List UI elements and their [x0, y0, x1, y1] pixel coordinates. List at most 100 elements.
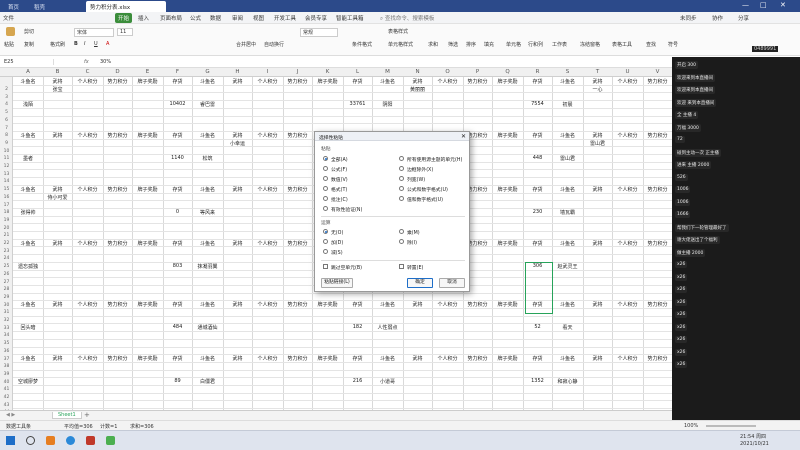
header-cell[interactable]: 斗鱼名	[552, 240, 583, 247]
header-cell[interactable]: 势力积分	[103, 78, 132, 85]
row-header[interactable]: 12	[0, 164, 13, 169]
header-cell[interactable]: 牌子奖励	[132, 186, 163, 193]
cell-button[interactable]: 单元格	[506, 41, 521, 48]
maximize-icon[interactable]: □	[760, 1, 767, 9]
header-cell[interactable]: 个人积分	[612, 240, 643, 247]
column-header[interactable]: L	[343, 69, 372, 75]
fx-icon[interactable]: fx	[84, 59, 89, 65]
row-header[interactable]: 25	[0, 264, 13, 269]
column-header[interactable]: R	[523, 69, 552, 75]
header-cell[interactable]: 斗鱼名	[552, 132, 583, 139]
paste-values-radio[interactable]	[323, 176, 328, 181]
fill-button[interactable]: 填充	[484, 41, 494, 48]
header-cell[interactable]: 牌子奖励	[492, 186, 523, 193]
menu-view[interactable]: 视图	[253, 14, 264, 22]
paste-validation-radio[interactable]	[323, 206, 328, 211]
cut-button[interactable]: 剪切	[24, 28, 34, 35]
paste-col-width-radio[interactable]	[399, 176, 404, 181]
stock-cell[interactable]: 10402	[163, 101, 192, 107]
header-cell[interactable]: 个人积分	[72, 132, 103, 139]
menu-page-layout[interactable]: 页面布局	[160, 14, 182, 22]
cancel-button[interactable]: 取消	[439, 278, 465, 288]
header-cell[interactable]: 牌子奖励	[492, 355, 523, 362]
tab-docer[interactable]: 稻壳	[30, 1, 49, 12]
column-header[interactable]: H	[223, 69, 252, 75]
row-header[interactable]: 34	[0, 333, 13, 338]
header-cell[interactable]: 武将	[43, 355, 72, 362]
paste-link-button[interactable]: 粘贴链接(L)	[321, 278, 353, 288]
header-cell[interactable]: 势力积分	[283, 78, 312, 85]
header-cell[interactable]: 个人积分	[432, 355, 463, 362]
font-color-icon[interactable]: A	[106, 41, 109, 47]
tab-file[interactable]: 势力积分表.xlsx	[86, 1, 166, 12]
stock-cell[interactable]: 7554	[523, 101, 552, 107]
name-cell[interactable]: 抹凝羽翼	[192, 263, 223, 270]
row-header[interactable]: 11	[0, 156, 13, 161]
general-cell[interactable]: 一心	[583, 86, 612, 93]
close-icon[interactable]: ✕	[780, 1, 786, 9]
name-cell[interactable]: 人性弱点	[372, 324, 403, 331]
header-cell[interactable]: 存货	[163, 301, 192, 308]
header-cell[interactable]: 个人积分	[612, 132, 643, 139]
header-cell[interactable]: 武将	[223, 78, 252, 85]
header-cell[interactable]: 牌子奖励	[312, 301, 343, 308]
app-icon[interactable]	[106, 436, 115, 445]
wrap-text-button[interactable]: 自动换行	[264, 41, 284, 48]
header-cell[interactable]: 势力积分	[643, 301, 672, 308]
header-cell[interactable]: 势力积分	[103, 186, 132, 193]
header-cell[interactable]: 存货	[343, 355, 372, 362]
stock-cell[interactable]: 0	[163, 209, 192, 215]
header-cell[interactable]: 武将	[43, 301, 72, 308]
op-divide-radio[interactable]	[399, 239, 404, 244]
table-tools-button[interactable]: 表格工具	[612, 41, 632, 48]
paste-icon[interactable]	[6, 27, 15, 36]
name-box[interactable]: E25	[4, 59, 54, 65]
row-header[interactable]: 36	[0, 349, 13, 354]
header-cell[interactable]: 武将	[223, 301, 252, 308]
header-cell[interactable]: 存货	[163, 78, 192, 85]
zoom-level[interactable]: 100%	[684, 423, 698, 429]
header-cell[interactable]: 斗鱼名	[372, 301, 403, 308]
header-cell[interactable]: 武将	[583, 355, 612, 362]
name-cell[interactable]: 和寂心静	[552, 378, 583, 385]
paste-value-number-radio[interactable]	[399, 196, 404, 201]
header-cell[interactable]: 斗鱼名	[13, 355, 43, 362]
row-header[interactable]: 42	[0, 395, 13, 400]
header-cell[interactable]: 牌子奖励	[492, 132, 523, 139]
header-cell[interactable]: 牌子奖励	[132, 132, 163, 139]
skip-blanks-checkbox[interactable]	[323, 264, 328, 269]
header-cell[interactable]: 势力积分	[103, 355, 132, 362]
minimize-icon[interactable]: —	[742, 1, 749, 9]
sum-button[interactable]: 求和	[428, 41, 438, 48]
paste-comments-radio[interactable]	[323, 196, 328, 201]
header-cell[interactable]: 斗鱼名	[192, 78, 223, 85]
menu-insert[interactable]: 插入	[138, 14, 149, 22]
header-cell[interactable]: 势力积分	[103, 132, 132, 139]
italic-icon[interactable]: I	[84, 41, 85, 47]
menu-developer[interactable]: 开发工具	[274, 14, 296, 22]
row-header[interactable]: 31	[0, 310, 13, 315]
column-header[interactable]: F	[163, 69, 192, 75]
find-button[interactable]: 查找	[646, 41, 656, 48]
header-cell[interactable]: 存货	[523, 78, 552, 85]
column-header[interactable]: N	[403, 69, 432, 75]
header-cell[interactable]: 武将	[583, 301, 612, 308]
row-header[interactable]: 2	[0, 87, 13, 92]
row-header[interactable]: 28	[0, 287, 13, 292]
header-cell[interactable]: 存货	[523, 355, 552, 362]
header-cell[interactable]: 势力积分	[283, 301, 312, 308]
share-button[interactable]: 分享	[738, 14, 749, 22]
header-cell[interactable]: 武将	[223, 132, 252, 139]
row-header[interactable]: 10	[0, 149, 13, 154]
header-cell[interactable]: 斗鱼名	[13, 78, 43, 85]
header-cell[interactable]: 势力积分	[463, 78, 492, 85]
row-header[interactable]: 14	[0, 179, 13, 184]
search-taskbar-icon[interactable]	[26, 436, 35, 445]
header-cell[interactable]: 斗鱼名	[552, 186, 583, 193]
header-cell[interactable]: 个人积分	[432, 78, 463, 85]
row-header[interactable]: 4	[0, 102, 13, 107]
op-multiply-radio[interactable]	[399, 229, 404, 234]
row-header[interactable]: 13	[0, 172, 13, 177]
column-header[interactable]: I	[252, 69, 283, 75]
stock-cell[interactable]: 1352	[523, 378, 552, 384]
